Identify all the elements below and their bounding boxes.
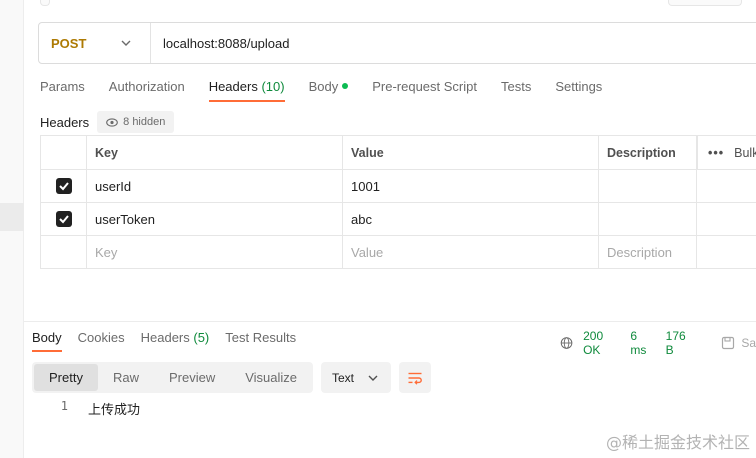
tab-pre-request-script[interactable]: Pre-request Script bbox=[372, 78, 477, 102]
column-header-description: Description bbox=[598, 135, 697, 170]
row-check-cell bbox=[40, 235, 87, 269]
tab-count: (10) bbox=[261, 79, 285, 94]
tab-label: Body bbox=[32, 330, 62, 345]
hidden-headers-toggle[interactable]: 8 hidden bbox=[97, 111, 175, 133]
column-header-key: Key bbox=[86, 135, 343, 170]
new-description-input[interactable]: Description bbox=[598, 235, 697, 269]
sidebar-strip bbox=[0, 0, 24, 458]
headers-table: Key Value Description ••• Bulk userId 100… bbox=[40, 135, 756, 269]
wrap-lines-icon bbox=[408, 372, 422, 385]
tab-authorization[interactable]: Authorization bbox=[109, 78, 185, 102]
view-mode-visualize[interactable]: Visualize bbox=[230, 364, 312, 391]
tab-label: Tests bbox=[500, 79, 532, 94]
view-mode-selector: Pretty Raw Preview Visualize bbox=[32, 362, 313, 393]
save-response-button[interactable]: Sa bbox=[721, 336, 756, 350]
eye-icon bbox=[106, 117, 118, 127]
check-icon bbox=[58, 215, 69, 224]
column-header-value: Value bbox=[342, 135, 599, 170]
response-tab-cookies[interactable]: Cookies bbox=[78, 330, 125, 352]
header-value-cell[interactable]: 1001 bbox=[342, 169, 599, 203]
table-header-row: Key Value Description ••• Bulk bbox=[40, 135, 756, 170]
method-label: POST bbox=[51, 35, 87, 51]
body-indicator-dot bbox=[342, 83, 349, 89]
response-time[interactable]: 6 ms bbox=[630, 329, 651, 357]
pane-divider[interactable] bbox=[24, 321, 756, 322]
save-icon bbox=[722, 336, 735, 350]
header-check-cell bbox=[40, 135, 87, 170]
format-label: Text bbox=[332, 370, 355, 385]
status-code[interactable]: 200 OK bbox=[583, 329, 616, 357]
chevron-down-icon bbox=[121, 40, 131, 46]
table-row-new: Key Value Description bbox=[40, 235, 756, 269]
header-key-cell[interactable]: userId bbox=[86, 169, 343, 203]
tab-count: (5) bbox=[193, 330, 210, 345]
row-extra-cell bbox=[696, 169, 756, 203]
save-label: Sa bbox=[741, 336, 756, 350]
hidden-headers-label: 8 hidden bbox=[123, 116, 166, 128]
line-number: 1 bbox=[60, 399, 68, 413]
response-status: 200 OK 6 ms 176 B Sa bbox=[560, 329, 756, 357]
url-bar: POST localhost:8088/upload bbox=[38, 22, 756, 64]
wrap-lines-button[interactable] bbox=[399, 362, 431, 393]
format-select[interactable]: Text bbox=[321, 362, 391, 393]
check-icon bbox=[58, 182, 69, 191]
url-input[interactable]: localhost:8088/upload bbox=[163, 36, 290, 51]
headers-section-title: Headers bbox=[40, 114, 90, 130]
tab-label: Headers bbox=[140, 330, 190, 345]
table-row: userToken abc bbox=[40, 202, 756, 236]
tab-params[interactable]: Params bbox=[40, 78, 85, 102]
tab-label: Body bbox=[308, 79, 339, 94]
method-select[interactable]: POST bbox=[39, 23, 151, 63]
response-tab-test-results[interactable]: Test Results bbox=[225, 330, 296, 352]
headers-subheader: Headers 8 hidden bbox=[40, 111, 175, 133]
chevron-down-icon bbox=[368, 375, 378, 381]
send-button-remnant[interactable] bbox=[668, 0, 742, 6]
table-row: userId 1001 bbox=[40, 169, 756, 203]
bulk-edit-button[interactable]: ••• Bulk bbox=[697, 136, 756, 169]
tab-headers[interactable]: Headers (10) bbox=[208, 78, 285, 102]
tab-label: Pre-request Script bbox=[372, 79, 477, 94]
new-value-input[interactable]: Value bbox=[342, 235, 599, 269]
new-key-input[interactable]: Key bbox=[86, 235, 343, 269]
row-extra-cell bbox=[696, 235, 756, 269]
header-description-cell[interactable] bbox=[598, 202, 697, 236]
bulk-edit-cell: ••• Bulk bbox=[696, 135, 756, 170]
tab-label: Test Results bbox=[225, 330, 297, 345]
watermark: @稀土掘金技术社区 bbox=[605, 433, 750, 452]
sidebar-selected-item[interactable] bbox=[0, 203, 24, 231]
response-body-editor[interactable]: 1 上传成功 bbox=[32, 399, 140, 418]
tab-body[interactable]: Body bbox=[309, 78, 349, 102]
globe-icon[interactable] bbox=[560, 335, 573, 351]
tab-label: Settings bbox=[555, 79, 603, 94]
row-checkbox[interactable] bbox=[55, 178, 72, 195]
response-tab-body[interactable]: Body bbox=[32, 330, 62, 352]
row-checkbox[interactable] bbox=[55, 211, 72, 228]
view-mode-pretty[interactable]: Pretty bbox=[34, 364, 98, 391]
tab-label: Headers bbox=[208, 79, 258, 94]
response-size[interactable]: 176 B bbox=[666, 329, 692, 357]
tab-tests[interactable]: Tests bbox=[501, 78, 531, 102]
row-check-cell bbox=[40, 169, 87, 203]
view-mode-preview[interactable]: Preview bbox=[154, 364, 230, 391]
header-value-cell[interactable]: abc bbox=[342, 202, 599, 236]
bulk-edit-label: Bulk bbox=[734, 145, 756, 160]
response-body-text: 上传成功 bbox=[88, 403, 141, 418]
tab-label: Cookies bbox=[77, 330, 125, 345]
header-key-cell[interactable]: userToken bbox=[86, 202, 343, 236]
more-icon: ••• bbox=[708, 145, 725, 160]
tab-label: Params bbox=[40, 79, 85, 94]
response-tab-headers[interactable]: Headers (5) bbox=[141, 330, 210, 352]
header-description-cell[interactable] bbox=[598, 169, 697, 203]
row-extra-cell bbox=[696, 202, 756, 236]
view-mode-raw[interactable]: Raw bbox=[98, 364, 154, 391]
tab-label: Authorization bbox=[108, 79, 185, 94]
request-tabs: Params Authorization Headers (10) Body P… bbox=[40, 78, 626, 102]
response-tabs: Body Cookies Headers (5) Test Results bbox=[32, 330, 312, 352]
tab-settings[interactable]: Settings bbox=[555, 78, 602, 102]
row-check-cell bbox=[40, 202, 87, 236]
top-tab-remnant bbox=[40, 0, 50, 6]
